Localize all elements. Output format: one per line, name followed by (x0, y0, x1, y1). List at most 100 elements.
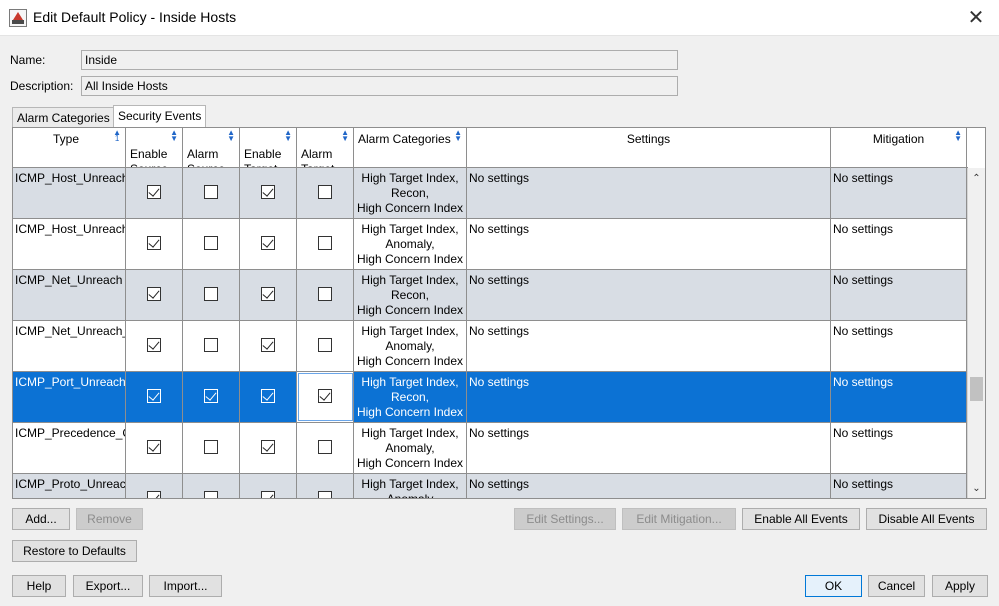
alarm-source-checkbox[interactable] (204, 287, 218, 301)
table-row[interactable]: ICMP_Host_Unreach High Target Index, Recon… (13, 168, 968, 219)
type-cell[interactable]: ICMP_Port_Unreach (13, 372, 126, 422)
edit-mitigation-button[interactable]: Edit Mitigation... (622, 508, 736, 530)
remove-button[interactable]: Remove (76, 508, 143, 530)
col-alarm-categories-header[interactable]: Alarm Categories ▲ ▼ (354, 128, 467, 167)
alarm-target-cell[interactable] (297, 321, 354, 371)
col-alarm-source-header[interactable]: Alarm Source ▲▼ (183, 128, 240, 167)
restore-defaults-button[interactable]: Restore to Defaults (12, 540, 137, 562)
alarm-target-cell[interactable] (297, 423, 354, 473)
vertical-scrollbar[interactable]: ⌃ ⌄ (967, 168, 985, 498)
enable-source-checkbox[interactable] (147, 491, 161, 498)
alarm-source-cell[interactable] (183, 372, 240, 422)
tab-alarm-categories[interactable]: Alarm Categories (12, 107, 115, 127)
table-row[interactable]: ICMP_Precedence_C High Target Index, Anoma… (13, 423, 968, 474)
mitigation-cell[interactable]: No settings (831, 168, 967, 218)
mitigation-cell[interactable]: No settings (831, 321, 967, 371)
enable-all-events-button[interactable]: Enable All Events (742, 508, 860, 530)
enable-source-cell[interactable] (126, 423, 183, 473)
apply-button[interactable]: Apply (932, 575, 988, 597)
enable-source-cell[interactable] (126, 474, 183, 498)
enable-target-cell[interactable] (240, 321, 297, 371)
enable-target-checkbox[interactable] (261, 287, 275, 301)
enable-source-cell[interactable] (126, 219, 183, 269)
mitigation-cell[interactable]: No settings (831, 219, 967, 269)
enable-source-checkbox[interactable] (147, 338, 161, 352)
col-type-header[interactable]: Type ▲ 1 (13, 128, 126, 167)
mitigation-cell[interactable]: No settings (831, 372, 967, 422)
enable-target-cell[interactable] (240, 219, 297, 269)
edit-settings-button[interactable]: Edit Settings... (514, 508, 616, 530)
type-cell[interactable]: ICMP_Net_Unreach (13, 270, 126, 320)
alarm-categories-cell[interactable]: High Target Index, Recon, High Concern Ind… (354, 270, 467, 320)
alarm-source-cell[interactable] (183, 321, 240, 371)
table-row[interactable]: ICMP_Net_Unreach_ High Target Index, Anoma… (13, 321, 968, 372)
enable-source-checkbox[interactable] (147, 440, 161, 454)
alarm-source-cell[interactable] (183, 474, 240, 498)
enable-target-checkbox[interactable] (261, 389, 275, 403)
settings-cell[interactable]: No settings (467, 423, 831, 473)
alarm-target-checkbox[interactable] (318, 287, 332, 301)
mitigation-cell[interactable]: No settings (831, 423, 967, 473)
alarm-target-cell[interactable] (297, 372, 354, 422)
alarm-source-cell[interactable] (183, 168, 240, 218)
alarm-source-checkbox[interactable] (204, 338, 218, 352)
alarm-categories-cell[interactable]: High Target Index, Recon, High Concern Ind… (354, 168, 467, 218)
alarm-target-checkbox[interactable] (318, 236, 332, 250)
col-settings-header[interactable]: Settings (467, 128, 831, 167)
alarm-categories-cell[interactable]: High Target Index, Anomaly, High Concern I… (354, 423, 467, 473)
alarm-source-cell[interactable] (183, 270, 240, 320)
col-alarm-target-header[interactable]: Alarm Target ▲▼ (297, 128, 354, 167)
enable-source-checkbox[interactable] (147, 287, 161, 301)
enable-source-cell[interactable] (126, 321, 183, 371)
alarm-target-cell[interactable] (297, 168, 354, 218)
type-cell[interactable]: ICMP_Host_Unreach (13, 219, 126, 269)
chevron-down-icon[interactable]: ⌄ (968, 480, 985, 497)
alarm-target-checkbox[interactable] (318, 338, 332, 352)
enable-source-cell[interactable] (126, 270, 183, 320)
col-enable-target-header[interactable]: Enable Target ▲▼ (240, 128, 297, 167)
alarm-categories-cell[interactable]: High Target Index, Anomaly, High Concern I… (354, 321, 467, 371)
enable-source-checkbox[interactable] (147, 389, 161, 403)
enable-target-cell[interactable] (240, 423, 297, 473)
alarm-source-checkbox[interactable] (204, 236, 218, 250)
alarm-source-checkbox[interactable] (204, 185, 218, 199)
type-cell[interactable]: ICMP_Host_Unreach (13, 168, 126, 218)
enable-source-checkbox[interactable] (147, 185, 161, 199)
settings-cell[interactable]: No settings (467, 270, 831, 320)
alarm-target-checkbox[interactable] (318, 491, 332, 498)
table-row[interactable]: ICMP_Port_Unreach High Target Index, Recon… (13, 372, 968, 423)
enable-target-cell[interactable] (240, 372, 297, 422)
alarm-target-cell[interactable] (297, 270, 354, 320)
help-button[interactable]: Help (12, 575, 66, 597)
enable-target-cell[interactable] (240, 474, 297, 498)
enable-target-checkbox[interactable] (261, 236, 275, 250)
enable-target-checkbox[interactable] (261, 440, 275, 454)
settings-cell[interactable]: No settings (467, 321, 831, 371)
export-button[interactable]: Export... (73, 575, 143, 597)
table-row[interactable]: ICMP_Net_Unreach High Target Index, Recon,… (13, 270, 968, 321)
cancel-button[interactable]: Cancel (868, 575, 925, 597)
alarm-source-checkbox[interactable] (204, 389, 218, 403)
disable-all-events-button[interactable]: Disable All Events (866, 508, 987, 530)
enable-target-cell[interactable] (240, 270, 297, 320)
mitigation-cell[interactable]: No settings (831, 270, 967, 320)
name-field[interactable]: Inside (81, 50, 678, 70)
add-button[interactable]: Add... (12, 508, 70, 530)
alarm-target-cell[interactable] (297, 474, 354, 498)
alarm-target-checkbox[interactable] (318, 185, 332, 199)
mitigation-cell[interactable]: No settings (831, 474, 967, 498)
import-button[interactable]: Import... (149, 575, 222, 597)
type-cell[interactable]: ICMP_Net_Unreach_ (13, 321, 126, 371)
alarm-source-checkbox[interactable] (204, 440, 218, 454)
enable-source-cell[interactable] (126, 372, 183, 422)
settings-cell[interactable]: No settings (467, 372, 831, 422)
alarm-categories-cell[interactable]: High Target Index, Anomaly, High Concern I… (354, 219, 467, 269)
alarm-source-cell[interactable] (183, 423, 240, 473)
enable-target-checkbox[interactable] (261, 338, 275, 352)
table-row[interactable]: ICMP_Host_Unreach High Target Index, Anoma… (13, 219, 968, 270)
table-row[interactable]: ICMP_Proto_Unreacl High Target Index, Anom… (13, 474, 968, 498)
settings-cell[interactable]: No settings (467, 219, 831, 269)
alarm-target-checkbox[interactable] (318, 389, 332, 403)
description-field[interactable]: All Inside Hosts (81, 76, 678, 96)
close-icon[interactable]: ✕ (963, 5, 989, 31)
